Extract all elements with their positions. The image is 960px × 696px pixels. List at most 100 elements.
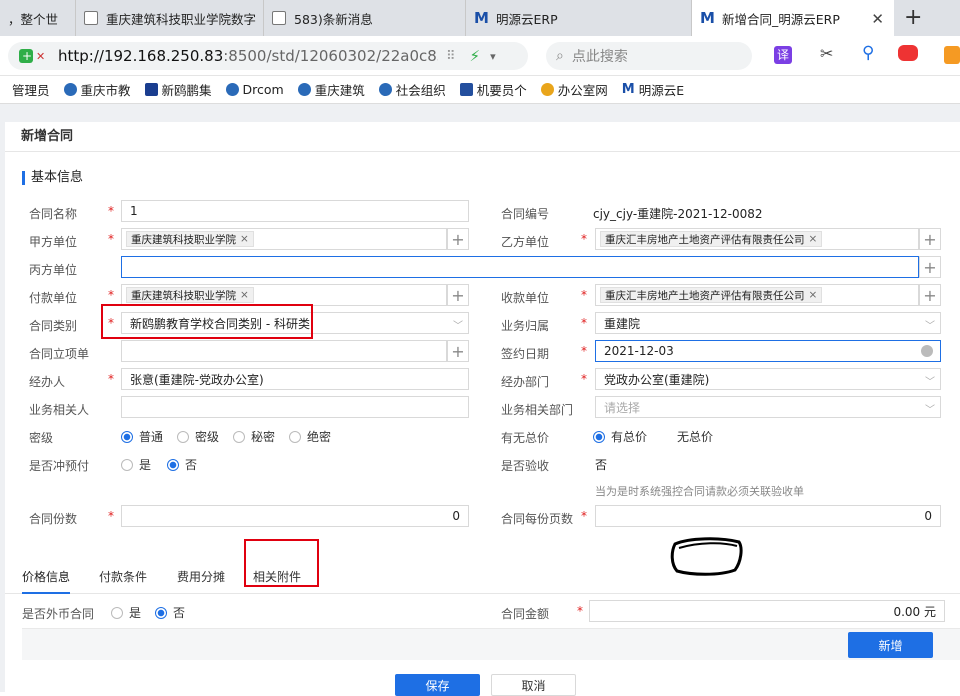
has-total-radio-yes[interactable]: 有总价 — [593, 428, 647, 445]
tag-close-icon[interactable]: × — [240, 289, 249, 301]
party-c-label: 丙方单位 — [29, 263, 78, 277]
radio-unchecked-icon — [177, 430, 189, 443]
add-button[interactable]: 新增 — [848, 632, 933, 658]
chevron-down-icon[interactable]: ﹀ — [925, 317, 935, 332]
grid-icon[interactable]: ⠿ — [446, 49, 456, 64]
tab-payment-terms[interactable]: 付款条件 — [99, 562, 147, 594]
tab-price-info[interactable]: 价格信息 — [22, 562, 71, 594]
url-path: :8500/std/12060302/22a0c836-186f — [223, 47, 438, 65]
related-person-label: 业务相关人 — [29, 403, 90, 417]
chevron-down-icon[interactable]: ﹀ — [925, 401, 935, 416]
browser-tab-active[interactable]: M 新增合同_明源云ERP ✕ — [692, 0, 894, 36]
browser-tab-bar: ，整个世 重庆建筑科技职业学院数字 583)条新消息 M 明源云ERP M 新增… — [0, 0, 960, 36]
project-add-button[interactable]: + — [447, 340, 469, 362]
party-a-add-button[interactable]: + — [447, 228, 469, 250]
cancel-button[interactable]: 取消 — [491, 674, 576, 696]
payer-input[interactable]: 重庆建筑科技职业学院 × — [121, 284, 447, 306]
secrecy-radio-top-secret[interactable]: 绝密 — [289, 428, 331, 445]
magnifier-icon[interactable]: ⚲ — [862, 43, 874, 63]
bookmark-item[interactable]: 新鸥鹏集 — [144, 80, 212, 99]
related-person-input[interactable] — [121, 396, 469, 418]
radio-unchecked-icon — [121, 458, 133, 471]
party-b-add-button[interactable]: + — [919, 228, 941, 250]
payer-add-button[interactable]: + — [447, 284, 469, 306]
url-text[interactable]: http://192.168.250.83:8500/std/12060302/… — [58, 47, 438, 65]
pages-per-copy-input[interactable]: 0 — [595, 505, 941, 527]
bookmark-item[interactable]: 重庆市教 — [63, 80, 131, 99]
handler-input[interactable]: 张意(重建院-党政办公室) — [121, 368, 469, 390]
radio-checked-icon — [167, 458, 179, 471]
radio-unchecked-icon — [111, 606, 123, 619]
chevron-down-icon[interactable]: ﹀ — [925, 373, 935, 388]
has-total-radio-no[interactable]: 无总价 — [677, 428, 713, 445]
globe-icon — [297, 83, 311, 96]
payee-add-button[interactable]: + — [919, 284, 941, 306]
tag-close-icon[interactable]: × — [240, 233, 249, 245]
browser-tab-4[interactable]: M 明源云ERP — [466, 0, 692, 36]
bookmark-item[interactable]: 重庆建筑 — [297, 80, 365, 99]
payer-tag: 重庆建筑科技职业学院 × — [126, 287, 254, 303]
foreign-currency-radio-no[interactable]: 否 — [155, 604, 185, 621]
new-tab-icon[interactable]: + — [904, 0, 922, 36]
bookmark-item[interactable]: M 明源云E — [622, 80, 684, 99]
foreign-currency-radio-yes[interactable]: 是 — [111, 604, 141, 621]
bookmark-item[interactable]: 管理员 — [12, 80, 50, 99]
handler-dept-select[interactable]: 党政办公室(重建院) — [595, 368, 941, 390]
browser-tab-3[interactable]: 583)条新消息 — [264, 0, 466, 36]
contract-name-input[interactable]: 1 — [121, 200, 469, 222]
bookmark-item[interactable]: 办公室网 — [540, 80, 608, 99]
business-unit-select[interactable]: 重建院 — [595, 312, 941, 334]
bookmark-item[interactable]: Drcom — [225, 82, 284, 97]
browser-tab-2[interactable]: 重庆建筑科技职业学院数字 — [76, 0, 264, 36]
lightning-icon[interactable]: ⚡ — [470, 47, 481, 65]
search-box[interactable]: ⌕ 点此搜索 — [546, 42, 752, 70]
business-unit-label: 业务归属 — [501, 319, 550, 333]
payee-input[interactable]: 重庆汇丰房地产土地资产评估有限责任公司 × — [595, 284, 919, 306]
sign-date-input[interactable]: 2021-12-03 — [595, 340, 941, 362]
document-icon — [84, 11, 98, 25]
amount-input[interactable]: 0.00 元 — [589, 600, 945, 622]
related-dept-select[interactable]: 请选择 — [595, 396, 941, 418]
contract-name-label: 合同名称 — [29, 207, 78, 221]
svg-text:+: + — [22, 49, 32, 63]
secrecy-radio-normal[interactable]: 普通 — [121, 428, 163, 445]
radio-label: 否 — [173, 606, 186, 620]
url-box[interactable]: + ✕ http://192.168.250.83:8500/std/12060… — [8, 42, 528, 70]
bookmark-item[interactable]: 机要员个 — [459, 80, 527, 99]
tag-close-icon[interactable]: × — [809, 233, 818, 245]
radio-label: 绝密 — [307, 430, 332, 444]
bookmark-item[interactable]: 社会组织 — [378, 80, 446, 99]
extension-icon[interactable] — [944, 46, 960, 64]
chevron-down-icon[interactable]: ﹀ — [453, 317, 463, 332]
scissors-icon[interactable]: ✂ — [820, 44, 833, 63]
required-mark: * — [581, 316, 587, 330]
section-title: 基本信息 — [22, 171, 83, 185]
amount-label: 合同金额 — [501, 607, 550, 621]
offset-prepay-radio-no[interactable]: 否 — [167, 456, 197, 473]
chevron-down-icon[interactable]: ▾ — [490, 50, 496, 63]
need-accept-value: 否 — [595, 458, 608, 472]
tab-close-icon[interactable]: ✕ — [871, 10, 884, 28]
offset-prepay-radio-yes[interactable]: 是 — [121, 456, 151, 473]
radio-checked-icon — [121, 430, 133, 443]
required-mark: * — [108, 204, 114, 218]
party-a-input[interactable]: 重庆建筑科技职业学院 × — [121, 228, 447, 250]
gamepad-icon[interactable] — [898, 45, 918, 61]
annotation-highlight-box — [101, 304, 313, 339]
copies-input[interactable]: 0 — [121, 505, 469, 527]
browser-tab-1[interactable]: ，整个世 — [0, 0, 76, 36]
project-input[interactable] — [121, 340, 447, 362]
tab-cost-allocation[interactable]: 费用分摊 — [177, 562, 225, 594]
clear-icon[interactable] — [921, 345, 933, 357]
globe-icon — [63, 83, 77, 96]
translate-icon[interactable]: 译 — [774, 46, 792, 64]
bookmark-label: 新鸥鹏集 — [161, 83, 212, 98]
party-c-input[interactable] — [121, 256, 919, 278]
party-b-input[interactable]: 重庆汇丰房地产土地资产评估有限责任公司 × — [595, 228, 919, 250]
secrecy-radio-confidential[interactable]: 密级 — [177, 428, 219, 445]
price-toolbar — [22, 628, 960, 660]
tag-close-icon[interactable]: × — [809, 289, 818, 301]
secrecy-radio-secret[interactable]: 秘密 — [233, 428, 275, 445]
party-c-add-button[interactable]: + — [919, 256, 941, 278]
save-button[interactable]: 保存 — [395, 674, 480, 696]
